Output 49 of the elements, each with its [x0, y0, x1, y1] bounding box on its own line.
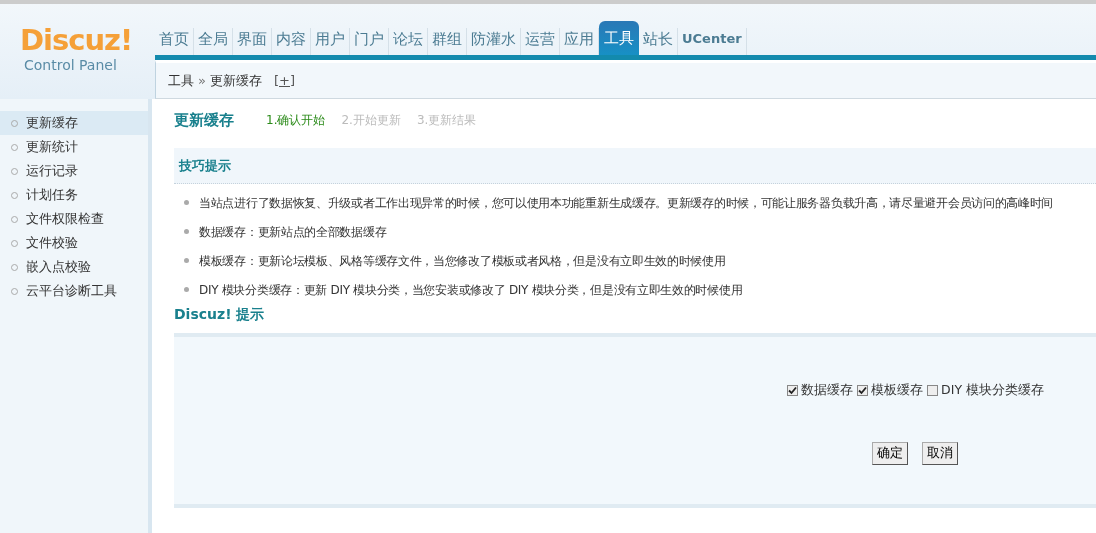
page-title: 更新缓存	[174, 110, 234, 131]
nav-tab[interactable]: 门户	[350, 28, 389, 55]
sidebar-item[interactable]: 计划任务	[0, 183, 148, 207]
sidebar-item[interactable]: 嵌入点校验	[0, 255, 148, 279]
checkbox-label: 模板缓存	[871, 381, 924, 399]
notice-title: Discuz! 提示	[174, 305, 266, 324]
step-label: 2.开始更新	[341, 112, 401, 130]
nav-tab[interactable]: 内容	[272, 28, 311, 55]
bullet-icon	[184, 200, 189, 205]
checkbox[interactable]	[787, 384, 799, 396]
nav-tab[interactable]: 论坛	[389, 28, 428, 55]
checkbox-label: DIY 模块分类缓存	[941, 381, 1044, 399]
tip-text: 当站点进行了数据恢复、升级或者工作出现异常的时候，您可以使用本功能重新生成缓存。更新缓存的时候，可能让服务器负载升高，请尽量避开会员访问的高峰时间	[199, 194, 1054, 212]
expand-link[interactable]: [+]	[273, 70, 295, 91]
checkbox-label: 数据缓存	[801, 381, 854, 399]
nav-tab[interactable]: 全局	[194, 28, 233, 55]
nav-tab[interactable]: 首页	[155, 28, 194, 55]
form-button[interactable]: 确定	[872, 441, 908, 465]
logo-text: Discuz!	[20, 26, 134, 55]
bullet-icon	[184, 229, 189, 234]
sidebar-item[interactable]: 文件权限检查	[0, 207, 148, 231]
nav-tab[interactable]: 工具	[599, 21, 639, 55]
step-label: 3.更新结果	[416, 112, 477, 130]
tips-heading: 技巧提示	[174, 147, 1096, 184]
nav-tab[interactable]: 防灌水	[467, 28, 521, 55]
tip-text: DIY 模块分类缓存：更新 DIY 模块分类，当您安装或修改了 DIY 模块分类，但是没有立即生效的时候使用	[199, 281, 743, 299]
breadcrumb-separator: »	[198, 71, 206, 90]
nav-tab[interactable]: 界面	[233, 28, 272, 55]
checkbox[interactable]	[857, 384, 869, 396]
tip-text: 模板缓存：更新论坛模板、风格等缓存文件，当您修改了模板或者风格，但是没有立即生效的时候使用	[199, 252, 726, 270]
nav-tab[interactable]: 群组	[428, 28, 467, 55]
bullet-icon	[184, 258, 189, 263]
breadcrumb-current: 更新缓存	[209, 71, 262, 90]
nav-tab[interactable]: UCenter	[678, 28, 747, 55]
sidebar-item[interactable]: 更新缓存	[0, 111, 148, 135]
sidebar-item[interactable]: 更新统计	[0, 135, 148, 159]
bullet-icon	[184, 287, 189, 292]
nav-tab[interactable]: 用户	[311, 28, 350, 55]
sidebar-item[interactable]: 文件校验	[0, 231, 148, 255]
form-button[interactable]: 取消	[922, 441, 958, 465]
nav-tab[interactable]: 站长	[639, 28, 678, 55]
checkbox[interactable]	[927, 384, 939, 396]
breadcrumb-link[interactable]: 工具	[168, 70, 194, 91]
step-label: 1.确认开始	[266, 112, 326, 130]
tip-text: 数据缓存：更新站点的全部数据缓存	[199, 223, 387, 241]
sidebar-item[interactable]: 云平台诊断工具	[0, 279, 148, 303]
logo-subtitle: Control Panel	[24, 56, 118, 75]
sidebar-item[interactable]: 运行记录	[0, 159, 148, 183]
nav-tab[interactable]: 运营	[521, 28, 560, 55]
